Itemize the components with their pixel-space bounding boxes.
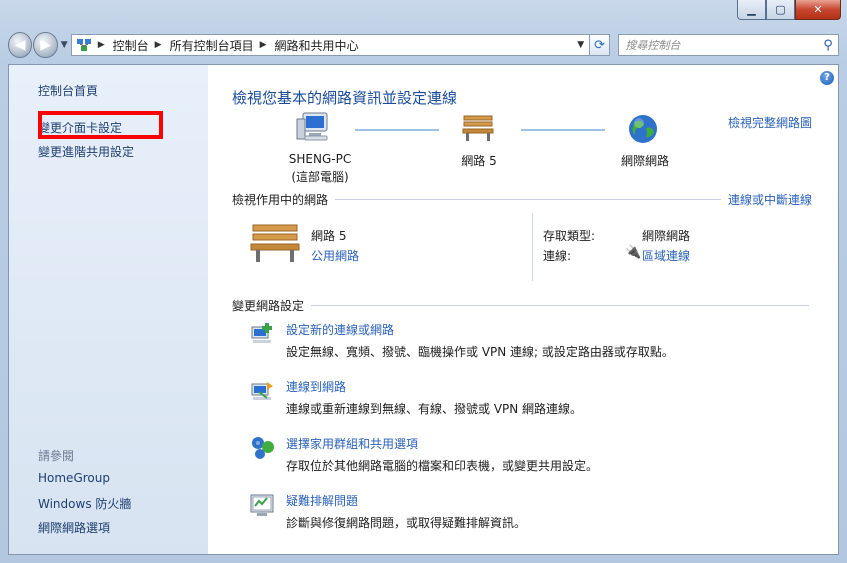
sidebar: 控制台首頁 變更介面卡設定 變更進階共用設定 請參閱 HomeGroup Win… <box>9 65 208 554</box>
sidebar-link-firewall[interactable]: Windows 防火牆 <box>38 495 131 512</box>
local-connection-link[interactable]: 區域連線 <box>642 247 690 264</box>
breadcrumb-separator-icon: ▶ <box>259 40 267 50</box>
node-internet: 網際網路 <box>620 154 669 168</box>
search-placeholder: 搜尋控制台 <box>625 39 681 52</box>
close-button[interactable]: ✕ <box>795 0 841 20</box>
troubleshoot-icon <box>250 494 274 516</box>
breadcrumb-control-panel[interactable]: 控制台 <box>113 37 149 54</box>
arrow-right-icon: ▶ <box>40 37 51 53</box>
task-link[interactable]: 疑難排解問題 <box>286 492 358 509</box>
see-also-header: 請參閱 <box>38 449 75 463</box>
connect-disconnect-link[interactable]: 連線或中斷連線 <box>728 191 812 208</box>
new-connection-icon <box>251 323 272 343</box>
arrow-left-icon: ◀ <box>14 37 26 53</box>
node-network: 網路 5 <box>461 154 497 168</box>
access-type-value: 網際網路 <box>642 229 691 243</box>
page-title: 檢視您基本的網路資訊並設定連線 <box>232 89 458 107</box>
breadcrumb-all-items[interactable]: 所有控制台項目 <box>170 37 254 54</box>
back-button[interactable]: ◀ <box>8 32 33 58</box>
ethernet-plug-icon: 🔌 <box>625 245 642 260</box>
section-divider <box>311 305 809 306</box>
map-connection-line <box>521 129 605 131</box>
sidebar-link-home[interactable]: 控制台首頁 <box>38 82 98 99</box>
content-area: 控制台首頁 變更介面卡設定 變更進階共用設定 請參閱 HomeGroup Win… <box>8 64 839 555</box>
minimize-button[interactable]: ▁ <box>737 0 766 20</box>
node-pc-sub: (這部電腦) <box>291 170 349 184</box>
task-description: 診斷與修復網路問題，或取得疑難排解資訊。 <box>286 516 527 530</box>
breadcrumb-network-center[interactable]: 網路和共用中心 <box>275 37 359 54</box>
task-link[interactable]: 連線到網路 <box>286 378 346 395</box>
active-network-name: 網路 5 <box>311 229 347 243</box>
breadcrumb-separator-icon: ▶ <box>154 40 162 50</box>
refresh-button[interactable]: ⟳ <box>589 34 611 56</box>
search-icon[interactable]: ⚲ <box>818 38 838 53</box>
task-description: 存取位於其他網路電腦的檔案和印表機，或變更共用設定。 <box>286 459 599 473</box>
task-description: 連線或重新連線到無線、有線、撥號或 VPN 網路連線。 <box>286 402 583 416</box>
connect-network-icon <box>251 382 273 400</box>
bench-icon[interactable] <box>461 113 495 143</box>
network-center-icon <box>76 39 91 51</box>
access-type-label: 存取類型: <box>543 229 596 243</box>
section-divider <box>335 199 721 200</box>
maximize-button[interactable]: ▢ <box>766 0 795 20</box>
computer-icon[interactable] <box>295 111 331 143</box>
change-settings-header: 變更網路設定 <box>232 299 305 313</box>
map-connection-line <box>355 129 439 131</box>
vertical-divider <box>532 213 533 281</box>
address-dropdown-icon[interactable]: ▼ <box>573 40 589 50</box>
address-bar[interactable]: ▶ 控制台 ▶ 所有控制台項目 ▶ 網路和共用中心 ▼ <box>70 34 590 56</box>
sidebar-link-internet-options[interactable]: 網際網路選項 <box>38 519 110 536</box>
task-link[interactable]: 選擇家用群組和共用選項 <box>286 435 418 452</box>
refresh-icon: ⟳ <box>594 37 605 53</box>
network-type-link[interactable]: 公用網路 <box>311 247 359 264</box>
window: ▁ ▢ ✕ ◀ ▶ ▼ ▶ 控制台 ▶ 所有控制台項目 ▶ 網路和共用中心 ▼ … <box>0 0 847 563</box>
globe-icon[interactable] <box>627 113 659 145</box>
view-full-map-link[interactable]: 檢視完整網路圖 <box>728 114 812 131</box>
sidebar-link-homegroup[interactable]: HomeGroup <box>38 471 110 485</box>
node-pc-name: SHENG-PC <box>288 152 352 166</box>
task-link[interactable]: 設定新的連線或網路 <box>286 321 394 338</box>
homegroup-icon <box>252 437 274 459</box>
navigation-bar: ◀ ▶ ▼ ▶ 控制台 ▶ 所有控制台項目 ▶ 網路和共用中心 ▼ ⟳ 搜尋控制… <box>8 32 839 58</box>
sidebar-link-advanced-sharing[interactable]: 變更進階共用設定 <box>38 143 134 160</box>
caption-buttons: ▁ ▢ ✕ <box>737 0 841 20</box>
main-panel: 檢視您基本的網路資訊並設定連線 檢視完整網路圖 SHENG-PC (這部電腦) … <box>231 65 838 554</box>
breadcrumb-separator-icon: ▶ <box>97 40 105 50</box>
search-box[interactable]: 搜尋控制台 ⚲ <box>618 34 839 56</box>
active-networks-header: 檢視作用中的網路 <box>232 193 329 207</box>
bench-icon <box>250 224 300 262</box>
recent-pages-dropdown[interactable]: ▼ <box>61 40 68 50</box>
connections-label: 連線: <box>543 249 572 263</box>
highlight-box <box>38 111 163 139</box>
task-description: 設定無線、寬頻、撥號、臨機操作或 VPN 連線; 或設定路由器或存取點。 <box>286 345 674 359</box>
forward-button[interactable]: ▶ <box>33 32 58 58</box>
